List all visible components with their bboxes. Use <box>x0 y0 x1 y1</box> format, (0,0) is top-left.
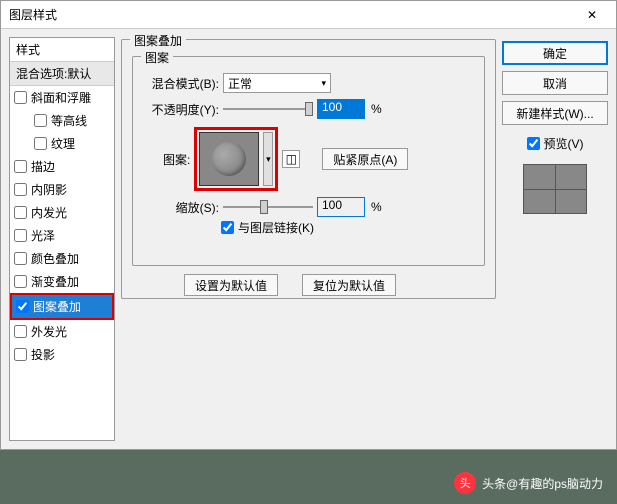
reset-default-button[interactable]: 复位为默认值 <box>302 274 396 296</box>
preview-thumbnail <box>523 164 587 214</box>
pattern-overlay-group: 图案叠加 图案 混合模式(B): 正常 ▾ 不透明度(Y): 100 <box>121 39 496 299</box>
ok-button[interactable]: 确定 <box>502 41 608 65</box>
cancel-button[interactable]: 取消 <box>502 71 608 95</box>
style-item[interactable]: 斜面和浮雕 <box>10 86 114 109</box>
sidebar-header[interactable]: 样式 <box>10 38 114 62</box>
slider-thumb[interactable] <box>260 200 268 214</box>
blend-mode-value: 正常 <box>228 75 252 92</box>
sidebar-subheader[interactable]: 混合选项:默认 <box>10 62 114 86</box>
style-checkbox[interactable] <box>14 160 27 173</box>
style-label: 纹理 <box>51 135 75 152</box>
style-label: 等高线 <box>51 112 87 129</box>
blend-mode-label: 混合模式(B): <box>143 75 219 92</box>
style-label: 颜色叠加 <box>31 250 79 267</box>
pattern-dropdown-button[interactable]: ▾ <box>263 132 273 186</box>
style-item[interactable]: 纹理 <box>10 132 114 155</box>
right-panel: 确定 取消 新建样式(W)... 预览(V) <box>502 37 608 441</box>
close-button[interactable]: ✕ <box>572 1 612 28</box>
percent-label: % <box>371 200 382 214</box>
window-title: 图层样式 <box>5 6 572 23</box>
style-checkbox[interactable] <box>14 183 27 196</box>
main-panel: 图案叠加 图案 混合模式(B): 正常 ▾ 不透明度(Y): 100 <box>121 37 496 441</box>
style-checkbox[interactable] <box>14 275 27 288</box>
set-default-button[interactable]: 设置为默认值 <box>184 274 278 296</box>
pattern-label: 图案: <box>163 151 190 168</box>
style-checkbox[interactable] <box>16 300 29 313</box>
style-item[interactable]: 投影 <box>10 343 114 366</box>
scale-slider[interactable] <box>223 206 313 208</box>
style-item[interactable]: 渐变叠加 <box>10 270 114 293</box>
snap-origin-button[interactable]: 贴紧原点(A) <box>322 148 408 170</box>
percent-label: % <box>371 102 382 116</box>
style-label: 光泽 <box>31 227 55 244</box>
scale-input[interactable]: 100 <box>317 197 365 217</box>
style-checkbox[interactable] <box>14 206 27 219</box>
link-with-layer-checkbox[interactable] <box>221 221 234 234</box>
style-item[interactable]: 内阴影 <box>10 178 114 201</box>
titlebar: 图层样式 ✕ <box>1 1 616 29</box>
style-item[interactable]: 等高线 <box>10 109 114 132</box>
link-with-layer-label: 与图层链接(K) <box>238 219 314 236</box>
style-checkbox[interactable] <box>14 252 27 265</box>
pattern-swatch[interactable] <box>199 132 259 186</box>
style-checkbox[interactable] <box>14 91 27 104</box>
close-icon: ✕ <box>587 8 597 22</box>
new-preset-icon[interactable]: ◫ <box>282 150 300 168</box>
preview-label: 预览(V) <box>544 135 584 152</box>
styles-sidebar: 样式 混合选项:默认 斜面和浮雕等高线纹理描边内阴影内发光光泽颜色叠加渐变叠加图… <box>9 37 115 441</box>
style-label: 斜面和浮雕 <box>31 89 91 106</box>
style-item[interactable]: 图案叠加 <box>10 293 114 320</box>
style-item[interactable]: 外发光 <box>10 320 114 343</box>
scale-label: 缩放(S): <box>159 199 219 216</box>
watermark: 头 头条@有趣的ps脑动力 <box>454 472 603 494</box>
style-label: 内发光 <box>31 204 67 221</box>
new-style-button[interactable]: 新建样式(W)... <box>502 101 608 125</box>
watermark-text: 头条@有趣的ps脑动力 <box>482 475 603 492</box>
pattern-group: 图案 混合模式(B): 正常 ▾ 不透明度(Y): 100 % <box>132 56 485 266</box>
group-label-inner: 图案 <box>141 49 173 66</box>
style-checkbox[interactable] <box>14 325 27 338</box>
style-item[interactable]: 光泽 <box>10 224 114 247</box>
opacity-slider[interactable] <box>223 108 313 110</box>
style-checkbox[interactable] <box>14 348 27 361</box>
style-label: 外发光 <box>31 323 67 340</box>
opacity-input[interactable]: 100 <box>317 99 365 119</box>
pattern-picker-highlight: ▾ <box>194 127 278 191</box>
style-item[interactable]: 描边 <box>10 155 114 178</box>
blend-mode-select[interactable]: 正常 ▾ <box>223 73 331 93</box>
style-label: 渐变叠加 <box>31 273 79 290</box>
preview-checkbox[interactable] <box>527 137 540 150</box>
watermark-icon: 头 <box>454 472 476 494</box>
slider-thumb[interactable] <box>305 102 313 116</box>
style-checkbox[interactable] <box>14 229 27 242</box>
style-item[interactable]: 颜色叠加 <box>10 247 114 270</box>
style-item[interactable]: 内发光 <box>10 201 114 224</box>
opacity-label: 不透明度(Y): <box>143 101 219 118</box>
style-checkbox[interactable] <box>34 137 47 150</box>
chevron-down-icon: ▾ <box>321 78 326 89</box>
style-label: 内阴影 <box>31 181 67 198</box>
group-label-outer: 图案叠加 <box>130 32 186 49</box>
style-label: 图案叠加 <box>33 298 81 315</box>
pattern-preview-icon <box>212 142 246 176</box>
layer-style-dialog: 图层样式 ✕ 样式 混合选项:默认 斜面和浮雕等高线纹理描边内阴影内发光光泽颜色… <box>0 0 617 450</box>
style-checkbox[interactable] <box>34 114 47 127</box>
style-label: 描边 <box>31 158 55 175</box>
style-label: 投影 <box>31 346 55 363</box>
